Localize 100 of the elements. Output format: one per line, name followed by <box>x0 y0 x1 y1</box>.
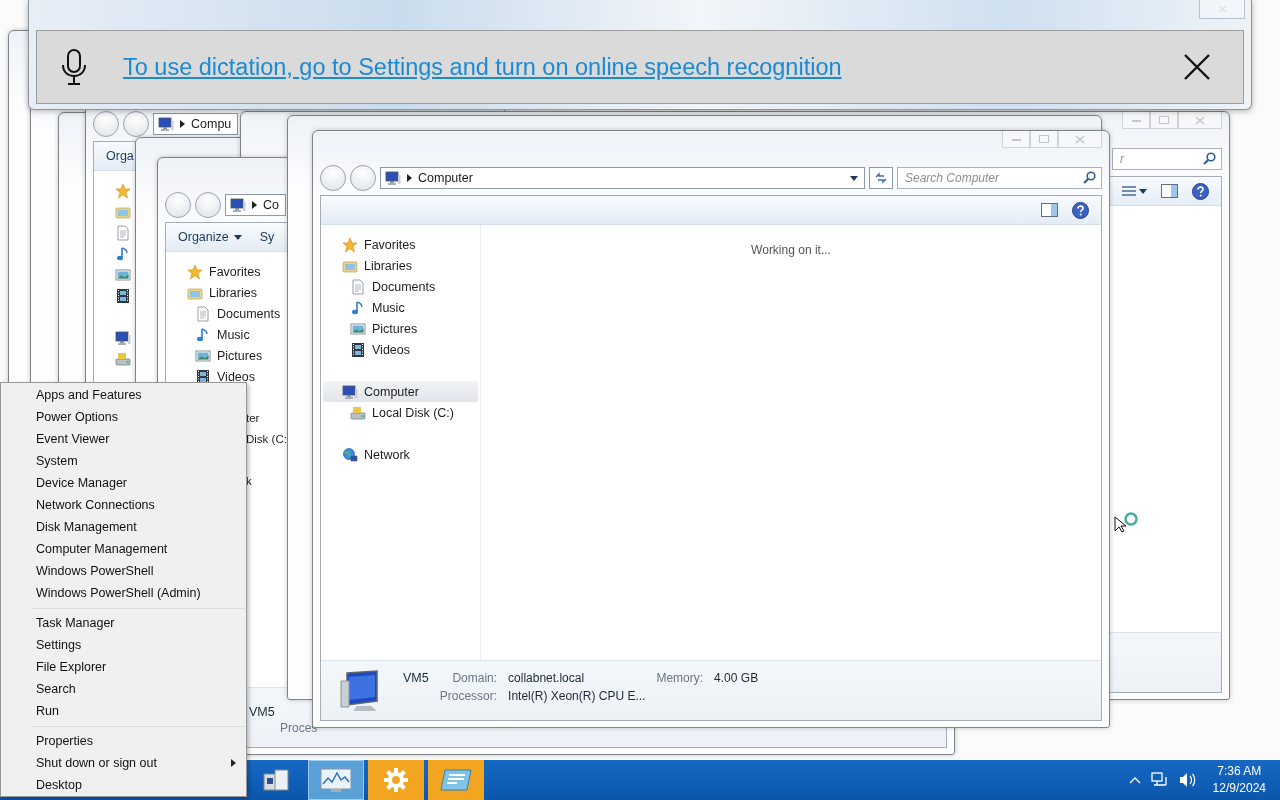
nav-item[interactable]: Disk (C: <box>246 429 287 450</box>
nav-item[interactable]: ter <box>246 408 260 429</box>
caret-icon <box>1139 188 1147 194</box>
nav-item[interactable]: Network <box>323 444 478 465</box>
maximize-icon <box>1039 135 1049 143</box>
music-note-icon <box>195 326 211 343</box>
maximize-icon <box>1159 116 1169 124</box>
toolbar-button[interactable]: Sy <box>257 227 277 247</box>
breadcrumb-item[interactable]: Computer <box>418 171 473 185</box>
maximize-button[interactable] <box>1150 112 1178 129</box>
nav-item[interactable]: Favorites <box>168 261 263 282</box>
maximize-button[interactable] <box>1030 131 1058 148</box>
menu-item[interactable]: Settings <box>1 634 246 656</box>
forward-button[interactable] <box>195 192 221 218</box>
toolbar-button[interactable]: Organize <box>176 227 244 247</box>
film-icon <box>350 341 366 358</box>
taskbar-app-button[interactable] <box>428 760 484 800</box>
nav-item[interactable]: Documents <box>168 303 283 324</box>
address-bar[interactable]: Compu <box>153 113 239 135</box>
forward-button[interactable] <box>123 111 149 137</box>
search-field[interactable]: Search Computer <box>897 167 1102 189</box>
forward-button[interactable] <box>350 165 376 191</box>
picture-icon <box>350 320 366 337</box>
search-icon <box>1083 171 1096 184</box>
menu-item[interactable]: Device Manager <box>1 472 246 494</box>
music-note-icon <box>350 299 366 316</box>
breadcrumb-arrow-icon <box>252 201 257 209</box>
minimize-icon <box>1011 137 1021 141</box>
detail-label: Domain: <box>452 671 498 685</box>
gear-icon <box>382 766 410 794</box>
detail-label: Proces <box>279 721 318 735</box>
menu-item[interactable]: Event Viewer <box>1 428 246 450</box>
menu-item[interactable]: Search <box>1 678 246 700</box>
microphone-icon <box>61 49 87 85</box>
back-button[interactable] <box>320 165 346 191</box>
preview-pane-button[interactable] <box>1161 184 1178 198</box>
menu-item[interactable]: System <box>1 450 246 472</box>
minimize-icon <box>1131 118 1141 122</box>
minimize-button[interactable] <box>1122 112 1150 129</box>
toolbar-button[interactable]: Orga <box>104 146 136 166</box>
back-button[interactable] <box>165 192 191 218</box>
nav-item[interactable]: Videos <box>323 339 478 360</box>
search-icon <box>1203 152 1216 165</box>
nav-item[interactable]: Pictures <box>323 318 478 339</box>
nav-item[interactable]: Videos <box>168 366 257 387</box>
picture-icon <box>195 347 211 364</box>
music-note-icon <box>115 245 131 262</box>
menu-item[interactable]: Windows PowerShell <box>1 560 246 582</box>
close-icon <box>1075 134 1085 144</box>
computer-name: VM5 <box>249 705 276 719</box>
document-icon <box>115 224 131 241</box>
nav-item[interactable]: Favorites <box>323 234 478 255</box>
busy-cursor-icon <box>1114 511 1140 533</box>
menu-item[interactable]: Computer Management <box>1 538 246 560</box>
nav-item[interactable]: k <box>246 471 252 492</box>
address-bar[interactable]: Co <box>225 194 286 216</box>
menu-item[interactable]: Windows PowerShell (Admin) <box>1 582 246 604</box>
computer-icon <box>342 383 358 400</box>
address-bar[interactable]: Computer <box>380 167 865 189</box>
computer-icon <box>115 329 131 346</box>
menu-item[interactable]: Network Connections <box>1 494 246 516</box>
menu-item[interactable]: Disk Management <box>1 516 246 538</box>
breadcrumb-item[interactable]: Compu <box>191 117 232 131</box>
close-icon <box>1195 115 1205 125</box>
menu-item[interactable]: Properties <box>1 730 246 752</box>
nav-item[interactable]: Libraries <box>168 282 259 303</box>
nav-item[interactable]: Documents <box>323 276 478 297</box>
help-button[interactable] <box>1072 201 1089 219</box>
menu-item[interactable]: Apps and Features <box>1 384 246 406</box>
nav-item[interactable]: Local Disk (C:) <box>323 402 478 423</box>
preview-pane-button[interactable] <box>1041 203 1058 217</box>
menu-item[interactable]: File Explorer <box>1 656 246 678</box>
view-options-button[interactable] <box>1122 185 1147 197</box>
dropdown-caret-icon <box>850 175 858 181</box>
menu-item[interactable]: Power Options <box>1 406 246 428</box>
menu-item[interactable]: Desktop <box>1 774 246 796</box>
close-icon <box>1217 5 1227 13</box>
document-icon <box>350 278 366 295</box>
minimize-button[interactable] <box>1002 131 1030 148</box>
menu-item[interactable]: Task Manager <box>1 612 246 634</box>
back-button[interactable] <box>93 111 119 137</box>
nav-item[interactable]: Pictures <box>168 345 265 366</box>
help-button[interactable] <box>1192 182 1209 200</box>
clock-time: 7:36 AM <box>1217 763 1262 780</box>
window-app-icon <box>439 767 473 793</box>
nav-item[interactable]: Music <box>168 324 252 345</box>
disk-drive-icon <box>350 404 366 421</box>
star-icon <box>187 263 203 280</box>
breadcrumb-item[interactable]: Co <box>263 198 279 212</box>
star-icon <box>115 182 131 199</box>
nav-item[interactable]: Libraries <box>323 255 478 276</box>
search-field[interactable]: r <box>1112 148 1222 170</box>
nav-item[interactable]: Music <box>323 297 478 318</box>
menu-item[interactable]: Shut down or sign out <box>1 752 246 774</box>
menu-item[interactable]: Run <box>1 700 246 722</box>
refresh-button[interactable] <box>869 167 893 189</box>
film-icon <box>195 368 211 385</box>
detail-value: 4.00 GB <box>714 671 759 685</box>
nav-item[interactable]: Computer <box>323 381 478 402</box>
document-icon <box>195 305 211 322</box>
